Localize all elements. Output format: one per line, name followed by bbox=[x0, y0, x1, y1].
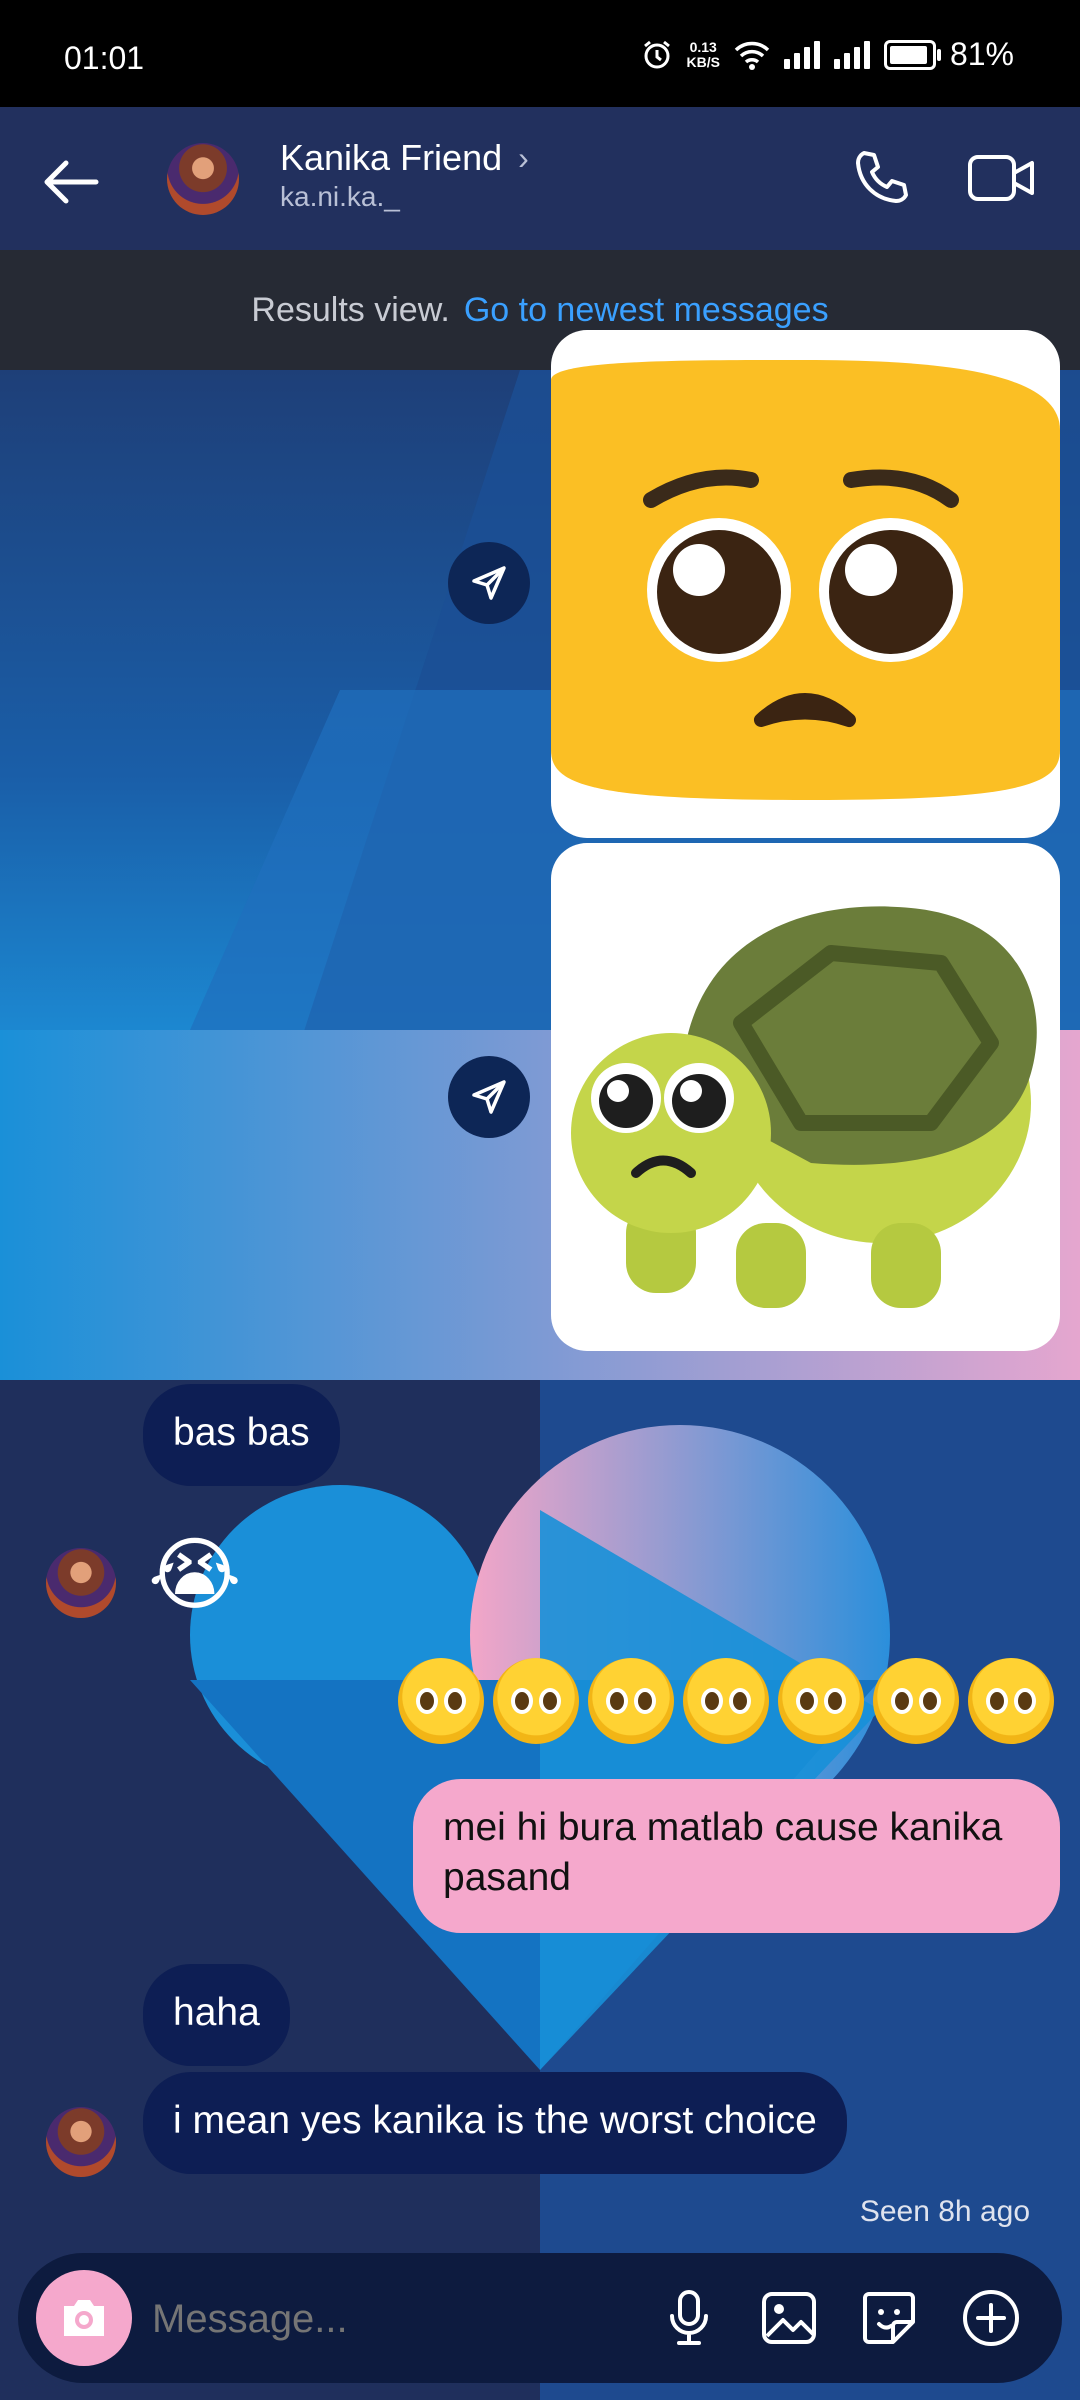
signal-icon bbox=[783, 40, 820, 69]
chat-header: Kanika Friend › ka.ni.ka._ bbox=[0, 107, 1080, 250]
voice-message-button[interactable] bbox=[654, 2283, 724, 2353]
results-view-label: Results view. bbox=[251, 290, 450, 329]
received-message[interactable]: haha bbox=[143, 1964, 290, 2066]
pleading-face-emoji bbox=[588, 1658, 674, 1744]
alarm-icon bbox=[643, 40, 670, 68]
back-button[interactable] bbox=[36, 147, 106, 217]
contact-name: Kanika Friend bbox=[280, 137, 503, 178]
battery-percent: 81% bbox=[949, 36, 1014, 72]
gallery-button[interactable] bbox=[754, 2283, 824, 2353]
share-icon bbox=[472, 1080, 506, 1114]
voice-call-button[interactable] bbox=[846, 143, 916, 213]
status-icons: 0.13 KB/S 81% bbox=[641, 36, 1014, 73]
sender-avatar[interactable] bbox=[46, 1548, 116, 1618]
sender-avatar[interactable] bbox=[46, 2107, 116, 2177]
sent-message[interactable]: mei hi bura matlab cause kanika pasand bbox=[413, 1779, 1060, 1933]
pleading-face-emoji bbox=[493, 1658, 579, 1744]
pleading-face-emoji bbox=[968, 1658, 1054, 1744]
received-emoji-message[interactable]: 😭 bbox=[148, 1525, 241, 1625]
sticker-icon bbox=[863, 2292, 915, 2344]
message-composer bbox=[18, 2253, 1062, 2383]
network-speed: 0.13 KB/S bbox=[686, 38, 720, 70]
share-button[interactable] bbox=[448, 542, 530, 624]
share-icon bbox=[472, 566, 506, 600]
message-text: i mean yes kanika is the worst choice bbox=[173, 2099, 817, 2142]
contact-avatar[interactable] bbox=[167, 143, 239, 215]
message-input[interactable] bbox=[150, 2283, 634, 2355]
pleading-face-emoji bbox=[683, 1658, 769, 1744]
contact-info[interactable]: Kanika Friend › ka.ni.ka._ bbox=[280, 137, 529, 213]
pleading-face-emoji bbox=[778, 1658, 864, 1744]
back-arrow-icon bbox=[44, 160, 99, 204]
pleading-face-emoji bbox=[398, 1658, 484, 1744]
pleading-turtle-sticker[interactable] bbox=[551, 843, 1060, 1351]
video-call-icon bbox=[968, 155, 1034, 201]
camera-button[interactable] bbox=[36, 2270, 132, 2366]
more-options-button[interactable] bbox=[956, 2283, 1026, 2353]
video-call-button[interactable] bbox=[964, 143, 1040, 213]
seen-status: Seen 8h ago bbox=[859, 2195, 1030, 2228]
status-time: 01:01 bbox=[64, 40, 145, 76]
plus-icon bbox=[963, 2290, 1019, 2346]
received-message[interactable]: bas bas bbox=[143, 1384, 340, 1486]
message-text: mei hi bura matlab cause kanika pasand bbox=[443, 1806, 1003, 1899]
contact-username: ka.ni.ka._ bbox=[280, 181, 400, 212]
message-text: haha bbox=[173, 1991, 260, 2034]
microphone-icon bbox=[670, 2290, 708, 2345]
pleading-face-emoji bbox=[873, 1658, 959, 1744]
gallery-icon bbox=[762, 2292, 816, 2344]
phone-icon bbox=[856, 151, 908, 203]
pleading-face-sticker[interactable] bbox=[551, 330, 1060, 838]
wifi-icon bbox=[734, 41, 770, 70]
share-button-2[interactable] bbox=[448, 1056, 530, 1138]
status-bar: 01:01 0.13 KB/S 81% bbox=[0, 0, 1080, 107]
battery-icon bbox=[883, 39, 941, 70]
sticker-button[interactable] bbox=[854, 2283, 924, 2353]
chevron-right-icon: › bbox=[518, 139, 529, 176]
camera-icon bbox=[64, 2300, 104, 2336]
sent-emoji-message[interactable] bbox=[398, 1658, 1054, 1744]
message-text: bas bas bbox=[173, 1411, 310, 1454]
signal-icon-2 bbox=[833, 40, 870, 69]
received-message[interactable]: i mean yes kanika is the worst choice bbox=[143, 2072, 847, 2174]
go-to-newest-link[interactable]: Go to newest messages bbox=[464, 291, 829, 330]
